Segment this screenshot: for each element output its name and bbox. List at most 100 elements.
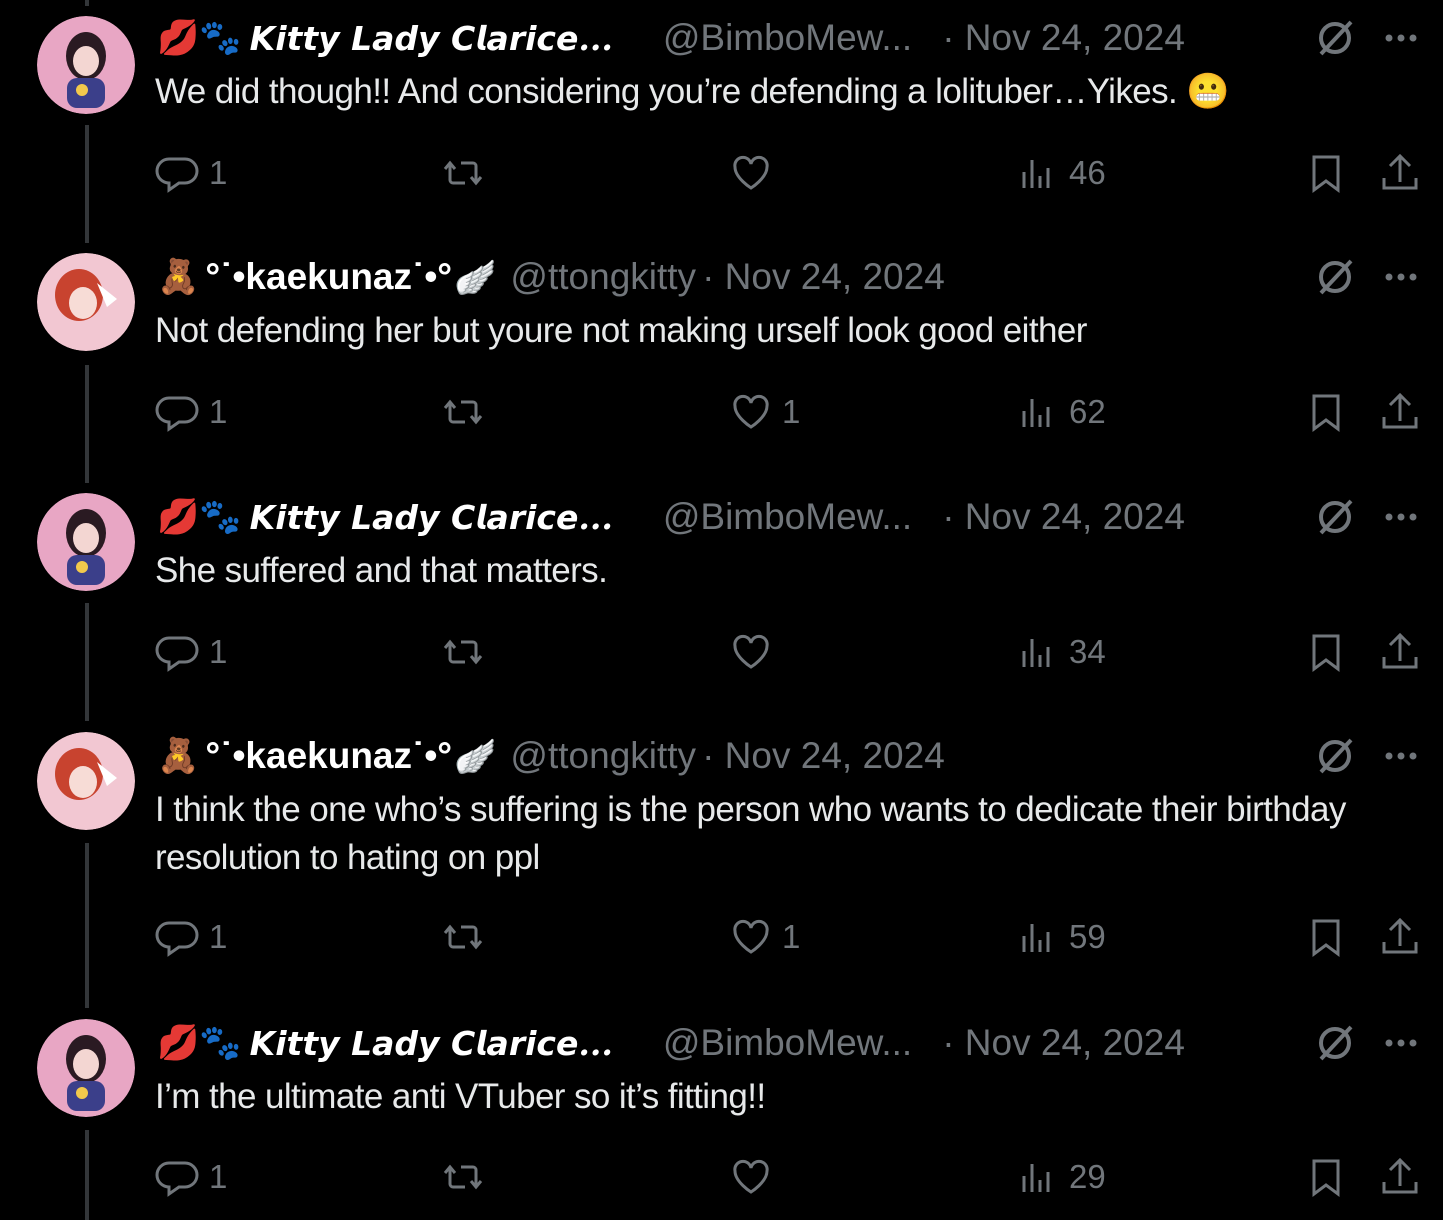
views-icon bbox=[1022, 1164, 1050, 1192]
tweet-date[interactable]: · Nov 24, 2024 bbox=[942, 17, 1185, 59]
share-icon bbox=[1382, 392, 1418, 429]
author-name-text: °˙•kaekunaz˙•° bbox=[205, 256, 453, 297]
share-icon bbox=[1382, 1157, 1418, 1194]
like-count: 1 bbox=[782, 918, 801, 955]
reply-count: 1 bbox=[209, 633, 228, 670]
author-handle[interactable]: @BimboMew... bbox=[663, 1022, 912, 1064]
share-button[interactable] bbox=[1377, 912, 1423, 962]
heart-icon bbox=[733, 1159, 769, 1194]
tweet-text: We did though!! And considering you’re d… bbox=[155, 72, 1230, 111]
like-button[interactable] bbox=[728, 1152, 782, 1202]
author-handle[interactable]: @ttongkitty bbox=[510, 256, 696, 298]
author-handle[interactable]: @BimboMew... bbox=[663, 496, 912, 538]
tweet-header: 💋🐾 𝙆𝙞𝙩𝙩𝙮 𝙇𝙖𝙙𝙮 𝘾𝙡𝙖𝙧𝙞𝙘𝙚... @BimboMew... · … bbox=[157, 17, 1427, 59]
share-button[interactable] bbox=[1377, 1152, 1423, 1202]
avatar[interactable] bbox=[37, 253, 135, 351]
share-icon bbox=[1382, 917, 1418, 954]
author-emoji: 💋🐾 bbox=[157, 18, 242, 58]
more-icon[interactable] bbox=[1381, 1023, 1421, 1063]
grok-icon[interactable] bbox=[1313, 255, 1357, 299]
grok-icon[interactable] bbox=[1313, 1021, 1357, 1065]
grok-icon[interactable] bbox=[1313, 495, 1357, 539]
more-icon[interactable] bbox=[1381, 18, 1421, 58]
views-button[interactable]: 34 bbox=[1015, 627, 1106, 677]
reply-button[interactable]: 1 bbox=[155, 912, 227, 962]
tweet-date[interactable]: · Nov 24, 2024 bbox=[942, 496, 1185, 538]
views-button[interactable]: 59 bbox=[1015, 912, 1106, 962]
reply-button[interactable]: 1 bbox=[155, 148, 227, 198]
bookmark-button[interactable] bbox=[1303, 912, 1349, 962]
like-button[interactable]: 1 bbox=[728, 912, 800, 962]
wing-emoji: 🪽 bbox=[454, 258, 497, 298]
view-count: 62 bbox=[1069, 393, 1106, 430]
more-icon[interactable] bbox=[1381, 257, 1421, 297]
share-button[interactable] bbox=[1377, 627, 1423, 677]
author-name[interactable]: 𝙆𝙞𝙩𝙩𝙮 𝙇𝙖𝙙𝙮 𝘾𝙡𝙖𝙧𝙞𝙘𝙚... bbox=[250, 498, 613, 537]
like-button[interactable] bbox=[728, 627, 782, 677]
reply-icon bbox=[155, 1161, 199, 1197]
heart-icon bbox=[733, 634, 769, 669]
reply-count: 1 bbox=[209, 1158, 228, 1195]
reply-count: 1 bbox=[209, 393, 228, 430]
tweet-header: 🧸 °˙•kaekunaz˙•°🪽 @ttongkitty · Nov 24, … bbox=[157, 735, 1427, 777]
bookmark-button[interactable] bbox=[1303, 148, 1349, 198]
bookmark-icon bbox=[1312, 1159, 1340, 1197]
reply-button[interactable]: 1 bbox=[155, 627, 227, 677]
share-button[interactable] bbox=[1377, 387, 1423, 437]
share-icon bbox=[1382, 632, 1418, 669]
retweet-button[interactable] bbox=[440, 148, 486, 198]
retweet-button[interactable] bbox=[440, 387, 486, 437]
retweet-button[interactable] bbox=[440, 912, 486, 962]
author-name[interactable]: 𝙆𝙞𝙩𝙩𝙮 𝙇𝙖𝙙𝙮 𝘾𝙡𝙖𝙧𝙞𝙘𝙚... bbox=[250, 19, 613, 58]
like-button[interactable] bbox=[728, 148, 782, 198]
reply-button[interactable]: 1 bbox=[155, 1152, 227, 1202]
more-icon[interactable] bbox=[1381, 497, 1421, 537]
view-count: 46 bbox=[1069, 154, 1106, 191]
bookmark-button[interactable] bbox=[1303, 1152, 1349, 1202]
view-count: 59 bbox=[1069, 918, 1106, 955]
reply-button[interactable]: 1 bbox=[155, 387, 227, 437]
tweet-header: 🧸 °˙•kaekunaz˙•°🪽 @ttongkitty · Nov 24, … bbox=[157, 256, 1427, 298]
share-button[interactable] bbox=[1377, 148, 1423, 198]
views-button[interactable]: 46 bbox=[1015, 148, 1106, 198]
thread-line bbox=[85, 0, 89, 6]
avatar[interactable] bbox=[37, 732, 135, 830]
author-handle[interactable]: @BimboMew... bbox=[663, 17, 912, 59]
avatar[interactable] bbox=[37, 16, 135, 114]
author-name[interactable]: °˙•kaekunaz˙•°🪽 bbox=[205, 256, 496, 298]
views-button[interactable]: 29 bbox=[1015, 1152, 1106, 1202]
tweet-actions: 1 46 bbox=[0, 148, 1443, 198]
like-button[interactable]: 1 bbox=[728, 387, 800, 437]
tweet-date[interactable]: · Nov 24, 2024 bbox=[702, 735, 945, 777]
tweet-date[interactable]: · Nov 24, 2024 bbox=[942, 1022, 1185, 1064]
author-name[interactable]: °˙•kaekunaz˙•°🪽 bbox=[205, 735, 496, 777]
tweet-header: 💋🐾 𝙆𝙞𝙩𝙩𝙮 𝙇𝙖𝙙𝙮 𝘾𝙡𝙖𝙧𝙞𝙘𝙚... @BimboMew... · … bbox=[157, 496, 1427, 538]
tweet-actions: 1 29 bbox=[0, 1152, 1443, 1202]
grok-icon[interactable] bbox=[1313, 734, 1357, 778]
tweet-date[interactable]: · Nov 24, 2024 bbox=[702, 256, 945, 298]
retweet-icon bbox=[443, 924, 483, 950]
bookmark-button[interactable] bbox=[1303, 387, 1349, 437]
tweet-text: Not defending her but youre not making u… bbox=[155, 311, 1087, 350]
author-handle[interactable]: @ttongkitty bbox=[510, 735, 696, 777]
header-actions bbox=[1313, 257, 1421, 297]
author-emoji: 🧸 bbox=[157, 736, 200, 776]
avatar[interactable] bbox=[37, 493, 135, 591]
grok-icon[interactable] bbox=[1313, 16, 1357, 60]
author-name[interactable]: 𝙆𝙞𝙩𝙩𝙮 𝙇𝙖𝙙𝙮 𝘾𝙡𝙖𝙧𝙞𝙘𝙚... bbox=[250, 1024, 613, 1063]
retweet-button[interactable] bbox=[440, 1152, 486, 1202]
author-emoji: 💋🐾 bbox=[157, 1023, 242, 1063]
heart-icon bbox=[733, 919, 769, 954]
author-name-text: °˙•kaekunaz˙•° bbox=[205, 735, 453, 776]
reply-icon bbox=[155, 157, 199, 193]
tweet-text: She suffered and that matters. bbox=[155, 551, 608, 590]
avatar[interactable] bbox=[37, 1019, 135, 1117]
views-icon bbox=[1022, 160, 1050, 188]
retweet-icon bbox=[443, 639, 483, 665]
reply-icon bbox=[155, 921, 199, 957]
view-count: 29 bbox=[1069, 1158, 1106, 1195]
bookmark-button[interactable] bbox=[1303, 627, 1349, 677]
views-button[interactable]: 62 bbox=[1015, 387, 1106, 437]
more-icon[interactable] bbox=[1381, 736, 1421, 776]
retweet-button[interactable] bbox=[440, 627, 486, 677]
